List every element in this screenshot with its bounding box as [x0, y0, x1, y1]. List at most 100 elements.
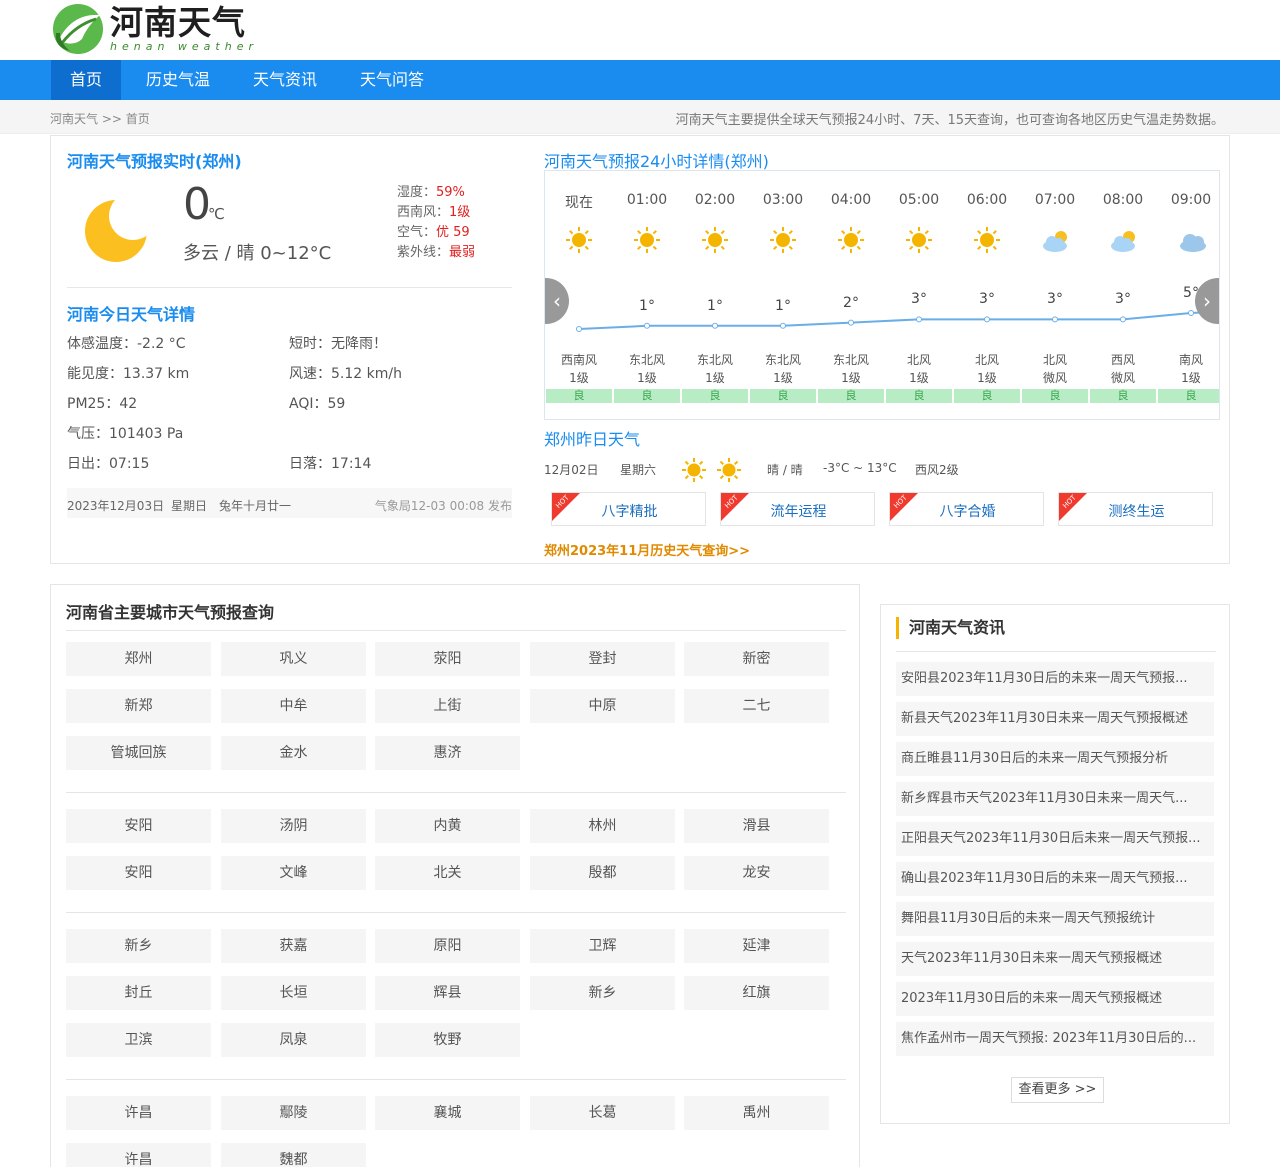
nav-history-temp[interactable]: 历史气温	[133, 60, 223, 100]
short-term-precip: 短时：无降雨！	[289, 336, 387, 352]
city-button[interactable]: 金水	[221, 736, 366, 770]
hour-temp-label: 2°	[843, 294, 859, 311]
city-button[interactable]: 荥阳	[375, 642, 520, 676]
nav-home[interactable]: 首页	[51, 60, 121, 100]
city-button[interactable]: 魏都	[221, 1143, 366, 1167]
news-item[interactable]: 2023年11月30日后的未来一周天气预报概述	[896, 982, 1214, 1016]
news-item[interactable]: 商丘睢县11月30日后的未来一周天气预报分析	[896, 742, 1214, 776]
hour-wind: 东北风 1级	[832, 353, 869, 385]
nav-weather-qa[interactable]: 天气问答	[347, 60, 437, 100]
news-panel-title: 河南天气资讯	[896, 617, 1005, 639]
city-button[interactable]: 襄城	[375, 1096, 520, 1130]
tag-label: 流年运程	[770, 504, 827, 520]
today-title: 河南今日天气详情	[67, 305, 196, 324]
city-button[interactable]: 安阳	[66, 856, 211, 890]
sunset: 日落：17:14	[289, 456, 372, 472]
city-panel-title: 河南省主要城市天气预报查询	[66, 603, 275, 622]
city-button[interactable]: 文峰	[221, 856, 366, 890]
city-button[interactable]: 中原	[530, 689, 675, 723]
city-button[interactable]: 滑县	[684, 809, 829, 843]
city-button[interactable]: 延津	[684, 929, 829, 963]
yesterday-date: 12月02日	[544, 463, 599, 477]
city-button[interactable]: 凤泉	[221, 1023, 366, 1057]
city-button[interactable]: 许昌	[66, 1143, 211, 1167]
city-button[interactable]: 龙安	[684, 856, 829, 890]
city-button[interactable]: 长垣	[221, 976, 366, 1010]
city-button[interactable]: 禹州	[684, 1096, 829, 1130]
city-button[interactable]: 鄢陵	[221, 1096, 366, 1130]
group-divider	[66, 912, 846, 913]
history-weather-link[interactable]: 郑州2023年11月历史天气查询>>	[544, 540, 750, 559]
news-item[interactable]: 天气2023年11月30日未来一周天气预报概述	[896, 942, 1214, 976]
yesterday-temp-range: -3°C ~ 13°C	[823, 461, 897, 475]
city-button[interactable]: 牧野	[375, 1023, 520, 1057]
tag-yearly-fortune[interactable]: HOT 流年运程	[720, 492, 875, 526]
hour-wind: 东北风 1级	[764, 353, 801, 385]
divider	[67, 287, 512, 288]
tag-marriage-match[interactable]: HOT 八字合婚	[889, 492, 1044, 526]
tag-lifetime-fortune[interactable]: HOT 测终生运	[1058, 492, 1213, 526]
city-button[interactable]: 内黄	[375, 809, 520, 843]
lunar-date: 兔年十月廿一	[219, 499, 292, 513]
breadcrumb-root[interactable]: 河南天气	[50, 112, 98, 126]
city-button[interactable]: 登封	[530, 642, 675, 676]
news-item[interactable]: 确山县2023年11月30日后的未来一周天气预报...	[896, 862, 1214, 896]
breadcrumb: 河南天气 >> 首页	[50, 110, 150, 127]
city-button[interactable]: 中牟	[221, 689, 366, 723]
tag-bazi-reading[interactable]: HOT 八字精批	[551, 492, 706, 526]
hour-wind: 北风 微风	[1042, 353, 1067, 385]
city-button[interactable]: 原阳	[375, 929, 520, 963]
city-button[interactable]: 封丘	[66, 976, 211, 1010]
city-button[interactable]: 辉县	[375, 976, 520, 1010]
pressure: 气压：101403 Pa	[67, 426, 184, 442]
city-button[interactable]: 新密	[684, 642, 829, 676]
news-item[interactable]: 新乡辉县市天气2023年11月30日未来一周天气...	[896, 782, 1214, 816]
city-button[interactable]: 许昌	[66, 1096, 211, 1130]
tag-label: 测终生运	[1108, 504, 1165, 520]
yesterday-wind: 西风2级	[915, 463, 959, 477]
site-logo[interactable]: 河南天气 henan weather	[52, 3, 258, 55]
city-button[interactable]: 安阳	[66, 809, 211, 843]
yesterday-title: 郑州昨日天气	[544, 430, 641, 449]
news-item[interactable]: 安阳县2023年11月30日后的未来一周天气预报...	[896, 662, 1214, 696]
city-button[interactable]: 新郑	[66, 689, 211, 723]
city-button[interactable]: 长葛	[530, 1096, 675, 1130]
news-item[interactable]: 正阳县天气2023年11月30日后未来一周天气预报...	[896, 822, 1214, 856]
city-button[interactable]: 殷都	[530, 856, 675, 890]
news-item[interactable]: 新县天气2023年11月30日未来一周天气预报概述	[896, 702, 1214, 736]
city-button[interactable]: 管城回族	[66, 736, 211, 770]
hour-temp-label: 3°	[979, 291, 995, 308]
city-button[interactable]: 获嘉	[221, 929, 366, 963]
hour-time: 05:00	[898, 192, 940, 208]
city-button[interactable]: 惠济	[375, 736, 520, 770]
city-button[interactable]: 北关	[375, 856, 520, 890]
temperature-point	[984, 316, 990, 323]
city-button[interactable]: 红旗	[684, 976, 829, 1010]
moon-icon	[83, 192, 157, 264]
hour-aqi: 良	[682, 389, 748, 403]
hour-temp-label: 1°	[707, 297, 723, 314]
city-button[interactable]: 新乡	[530, 976, 675, 1010]
news-item[interactable]: 舞阳县11月30日后的未来一周天气预报统计	[896, 902, 1214, 936]
city-button[interactable]: 林州	[530, 809, 675, 843]
hour-time: 04:00	[830, 192, 872, 208]
city-button[interactable]: 汤阴	[221, 809, 366, 843]
group-divider	[66, 792, 846, 793]
city-button[interactable]: 二七	[684, 689, 829, 723]
nav-weather-news[interactable]: 天气资讯	[240, 60, 330, 100]
hour-wind: 东北风 1级	[696, 353, 733, 385]
city-button[interactable]: 新乡	[66, 929, 211, 963]
wind-label: 西南风：	[397, 205, 450, 220]
sun-icon	[701, 226, 729, 254]
city-button[interactable]: 郑州	[66, 642, 211, 676]
city-button[interactable]: 卫辉	[530, 929, 675, 963]
more-news-button[interactable]: 查看更多 >>	[1011, 1077, 1104, 1103]
news-item[interactable]: 焦作孟州市一周天气预报: 2023年11月30日后的...	[896, 1022, 1214, 1056]
city-button[interactable]: 巩义	[221, 642, 366, 676]
divider	[66, 630, 846, 631]
hour-aqi: 良	[1158, 389, 1219, 403]
city-button[interactable]: 卫滨	[66, 1023, 211, 1057]
city-button[interactable]: 上街	[375, 689, 520, 723]
cloud-icon	[1177, 226, 1206, 254]
hour-temp-label: 3°	[1047, 291, 1063, 308]
